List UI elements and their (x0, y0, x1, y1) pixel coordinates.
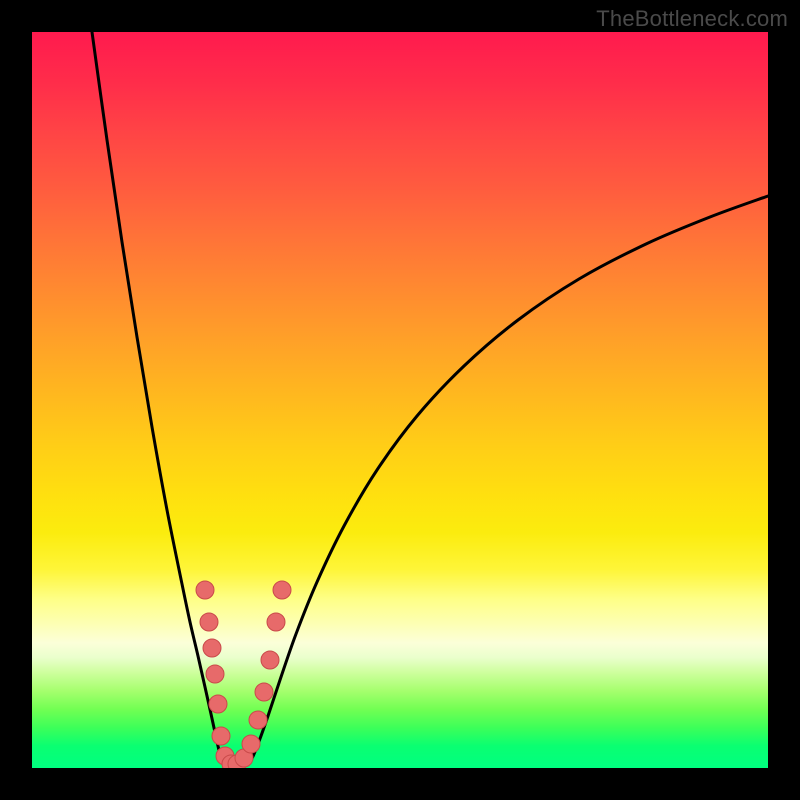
data-point-marker (273, 581, 291, 599)
data-point-marker (196, 581, 214, 599)
data-point-marker (267, 613, 285, 631)
data-point-marker (242, 735, 260, 753)
plot-area (32, 32, 768, 768)
data-markers (196, 581, 291, 768)
data-point-marker (212, 727, 230, 745)
data-point-marker (206, 665, 224, 683)
data-point-marker (209, 695, 227, 713)
curve-path (92, 32, 768, 767)
chart-frame: TheBottleneck.com (0, 0, 800, 800)
data-point-marker (200, 613, 218, 631)
bottleneck-curve-svg (32, 32, 768, 768)
watermark-text: TheBottleneck.com (596, 6, 788, 32)
data-point-marker (255, 683, 273, 701)
data-point-marker (261, 651, 279, 669)
data-point-marker (249, 711, 267, 729)
data-point-marker (203, 639, 221, 657)
